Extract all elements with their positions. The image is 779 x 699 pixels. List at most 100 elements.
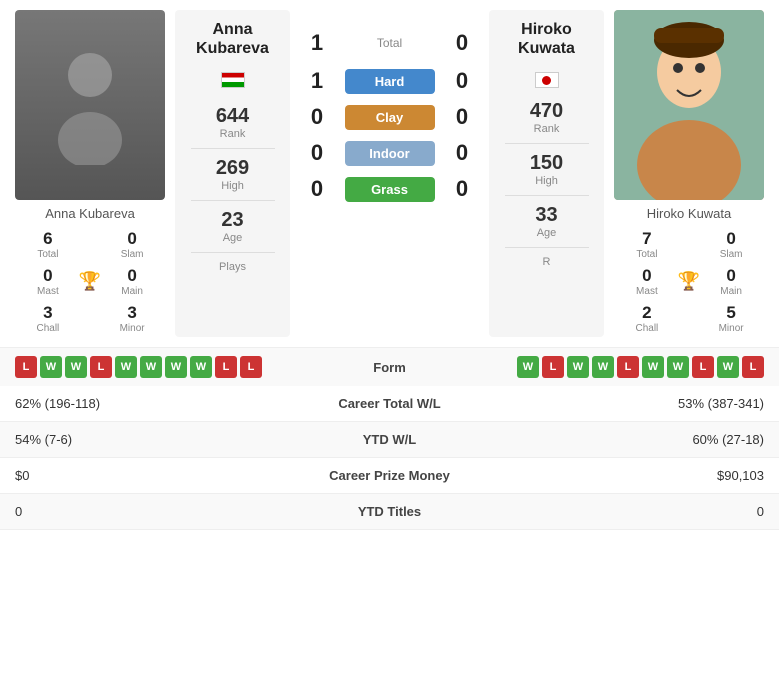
right-minor-cell: 5 Minor	[703, 300, 759, 337]
left-form-badge: W	[140, 356, 162, 378]
right-age-block: 33 Age	[494, 204, 599, 239]
right-rank-block: 470 Rank	[494, 100, 599, 135]
left-form-badge: L	[90, 356, 112, 378]
right-minor-label: Minor	[719, 323, 744, 334]
grass-row: 0 Grass 0	[305, 176, 475, 202]
form-section: LWWLWWWWLL Form WLWWLWWLWL	[0, 347, 779, 386]
clay-button[interactable]: Clay	[345, 105, 435, 130]
stats-right-val: 0	[506, 494, 779, 530]
stats-table: 62% (196-118) Career Total W/L 53% (387-…	[0, 386, 779, 530]
right-form-badge: L	[542, 356, 564, 378]
right-flag	[535, 72, 559, 88]
top-section: Anna Kubareva 6 Total 0 Slam 0 Mast 🏆	[0, 0, 779, 337]
right-trophy-icon: 🏆	[675, 263, 703, 300]
right-player-name: Hiroko Kuwata	[647, 206, 732, 221]
left-silhouette	[15, 10, 165, 200]
left-form-badge: L	[240, 356, 262, 378]
hard-row: 1 Hard 0	[305, 68, 475, 94]
middle-col: 1 Total 0 1 Hard 0 0 Clay 0 0 Indoor	[295, 10, 484, 337]
left-slam-label: Slam	[121, 249, 144, 260]
stats-center-label: Career Prize Money	[273, 458, 507, 494]
left-rank-label: Rank	[220, 128, 246, 140]
right-form-badge: L	[742, 356, 764, 378]
total-left-score: 1	[305, 30, 330, 56]
left-mast-value: 0	[43, 266, 52, 286]
right-plays-label: R	[543, 256, 551, 268]
grass-button[interactable]: Grass	[345, 177, 435, 202]
stats-center-label: Career Total W/L	[273, 386, 507, 422]
total-right-score: 0	[450, 30, 475, 56]
left-form-badge: W	[115, 356, 137, 378]
stats-left-val: 0	[0, 494, 273, 530]
left-player-col: Anna Kubareva 6 Total 0 Slam 0 Mast 🏆	[10, 10, 170, 337]
left-age-label: Age	[223, 232, 243, 244]
left-slam-cell: 0 Slam	[104, 226, 160, 263]
left-trophy-icon: 🏆	[76, 263, 104, 300]
form-label: Form	[330, 360, 450, 375]
left-flag	[221, 72, 245, 88]
right-rank-label: Rank	[534, 123, 560, 135]
left-rank-value: 644	[216, 105, 249, 128]
left-total-label: Total	[37, 249, 58, 260]
left-minor-label: Minor	[120, 323, 145, 334]
stats-left-val: $0	[0, 458, 273, 494]
left-chall-label: Chall	[36, 323, 59, 334]
right-chall-label: Chall	[635, 323, 658, 334]
left-stats-grid: 6 Total 0 Slam 0 Mast 🏆 0 Main	[20, 226, 160, 337]
hard-left-score: 1	[305, 68, 330, 94]
right-age-label: Age	[537, 227, 557, 239]
right-high-block: 150 High	[494, 152, 599, 187]
right-player-photo	[614, 10, 764, 200]
right-high-value: 150	[530, 152, 563, 175]
stats-left-val: 62% (196-118)	[0, 386, 273, 422]
left-mast-label: Mast	[37, 286, 59, 297]
stats-right-val: $90,103	[506, 458, 779, 494]
left-main-cell: 0 Main	[104, 263, 160, 300]
grass-left-score: 0	[305, 176, 330, 202]
right-stats-grid: 7 Total 0 Slam 0 Mast 🏆 0 Main	[619, 226, 759, 337]
right-total-label: Total	[636, 249, 657, 260]
total-label: Total	[350, 36, 430, 50]
right-mast-value: 0	[642, 266, 651, 286]
left-plays-block: Plays	[180, 261, 285, 273]
stats-left-val: 54% (7-6)	[0, 422, 273, 458]
left-stats-col: Anna Kubareva 644 Rank 269 High 23 Age	[175, 10, 290, 337]
left-chall-value: 3	[43, 303, 52, 323]
stats-center-label: YTD Titles	[273, 494, 507, 530]
left-high-block: 269 High	[180, 157, 285, 192]
right-mast-label: Mast	[636, 286, 658, 297]
indoor-button[interactable]: Indoor	[345, 141, 435, 166]
left-player-photo	[15, 10, 165, 200]
left-form-badge: W	[65, 356, 87, 378]
clay-row: 0 Clay 0	[305, 104, 475, 130]
right-slam-label: Slam	[720, 249, 743, 260]
left-chall-cell: 3 Chall	[20, 300, 76, 337]
total-row: 1 Total 0	[305, 30, 475, 56]
right-rank-value: 470	[530, 100, 563, 123]
indoor-row: 0 Indoor 0	[305, 140, 475, 166]
right-form-badge: W	[667, 356, 689, 378]
stats-right-val: 60% (27-18)	[506, 422, 779, 458]
left-minor-value: 3	[127, 303, 136, 323]
stats-row: 0 YTD Titles 0	[0, 494, 779, 530]
right-mast-cell: 0 Mast	[619, 263, 675, 300]
left-form-badge: W	[190, 356, 212, 378]
left-high-label: High	[221, 180, 244, 192]
left-high-value: 269	[216, 157, 249, 180]
clay-left-score: 0	[305, 104, 330, 130]
hard-button[interactable]: Hard	[345, 69, 435, 94]
left-main-value: 0	[127, 266, 136, 286]
grass-right-score: 0	[450, 176, 475, 202]
right-plays-block: R	[494, 256, 599, 268]
stats-right-val: 53% (387-341)	[506, 386, 779, 422]
right-main-value: 0	[726, 266, 735, 286]
right-main-cell: 0 Main	[703, 263, 759, 300]
right-form-badge: W	[592, 356, 614, 378]
right-player-image	[614, 10, 764, 200]
right-slam-value: 0	[726, 229, 735, 249]
right-form-badge: W	[642, 356, 664, 378]
right-player-col: Hiroko Kuwata 7 Total 0 Slam 0 Mast 🏆	[609, 10, 769, 337]
right-chall-cell: 2 Chall	[619, 300, 675, 337]
left-mast-cell: 0 Mast	[20, 263, 76, 300]
right-total-value: 7	[642, 229, 651, 249]
